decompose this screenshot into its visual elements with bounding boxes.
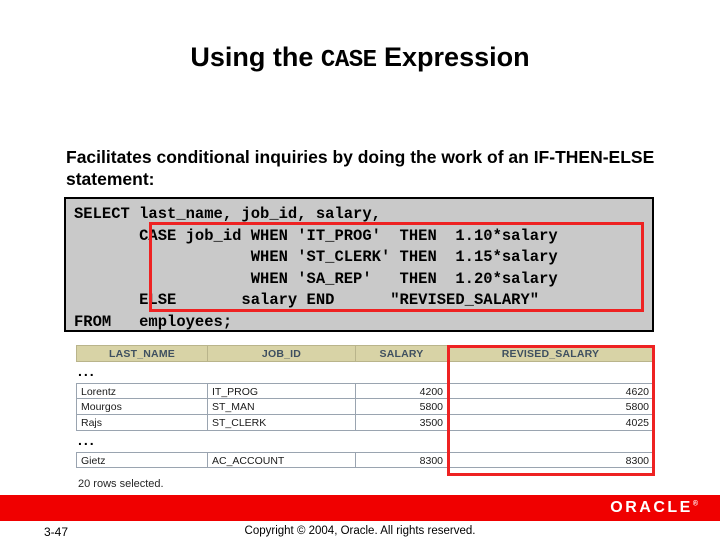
ellipsis-dots: ...	[78, 363, 96, 379]
page-title-suffix: Expression	[376, 42, 530, 72]
cell-salary: 4200	[355, 383, 447, 399]
oracle-logo-text: ORACLE	[610, 499, 693, 516]
column-header-salary: SALARY	[355, 345, 447, 362]
cell-revised-salary: 4620	[447, 383, 654, 399]
cell-salary: 5800	[355, 399, 447, 415]
ellipsis-row-bottom: ...	[76, 431, 654, 452]
table-row: Rajs ST_CLERK 3500 4025	[76, 415, 654, 431]
registered-trademark-icon: ®	[692, 500, 698, 508]
cell-job-id: ST_MAN	[207, 399, 355, 415]
cell-salary: 3500	[355, 415, 447, 431]
page-title-prefix: Using the	[190, 42, 321, 72]
cell-revised-salary: 4025	[447, 415, 654, 431]
ellipsis-cell-salary	[355, 431, 447, 452]
page-title: Using the CASE Expression	[0, 42, 720, 74]
cell-job-id: ST_CLERK	[207, 415, 355, 431]
table-row: Lorentz IT_PROG 4200 4620	[76, 383, 654, 399]
ellipsis-cell-job-id	[207, 362, 355, 383]
cell-revised-salary: 8300	[447, 452, 654, 468]
rows-selected-status: 20 rows selected.	[78, 478, 164, 490]
ellipsis-cell-job-id	[207, 431, 355, 452]
cell-last-name: Gietz	[76, 452, 207, 468]
ellipsis-cell-revised-salary	[447, 362, 654, 383]
cell-salary: 8300	[355, 452, 447, 468]
cell-revised-salary: 5800	[447, 399, 654, 415]
sql-code-text: SELECT last_name, job_id, salary, CASE j…	[74, 205, 558, 331]
table-row: Gietz AC_ACCOUNT 8300 8300	[76, 452, 654, 468]
cell-last-name: Lorentz	[76, 383, 207, 399]
ellipsis-cell-salary	[355, 362, 447, 383]
column-header-last-name: LAST_NAME	[76, 345, 207, 362]
ellipsis-row-top: ...	[76, 362, 654, 383]
copyright-notice: Copyright © 2004, Oracle. All rights res…	[244, 525, 476, 537]
lead-paragraph: Facilitates conditional inquiries by doi…	[66, 147, 655, 189]
footer-bar: ORACLE®	[0, 495, 720, 521]
ellipsis-cell-revised-salary	[447, 431, 654, 452]
sql-code-block: SELECT last_name, job_id, salary, CASE j…	[64, 197, 654, 332]
oracle-logo: ORACLE®	[610, 499, 698, 517]
ellipsis-dots: ...	[78, 432, 96, 448]
column-header-revised-salary: REVISED_SALARY	[447, 345, 654, 362]
cell-last-name: Rajs	[76, 415, 207, 431]
cell-last-name: Mourgos	[76, 399, 207, 415]
table-header-row: LAST_NAME JOB_ID SALARY REVISED_SALARY	[76, 345, 654, 362]
cell-job-id: AC_ACCOUNT	[207, 452, 355, 468]
column-header-job-id: JOB_ID	[207, 345, 355, 362]
table-row: Mourgos ST_MAN 5800 5800	[76, 399, 654, 415]
cell-job-id: IT_PROG	[207, 383, 355, 399]
page-title-keyword: CASE	[320, 47, 377, 74]
query-result-grid: LAST_NAME JOB_ID SALARY REVISED_SALARY .…	[76, 345, 655, 476]
